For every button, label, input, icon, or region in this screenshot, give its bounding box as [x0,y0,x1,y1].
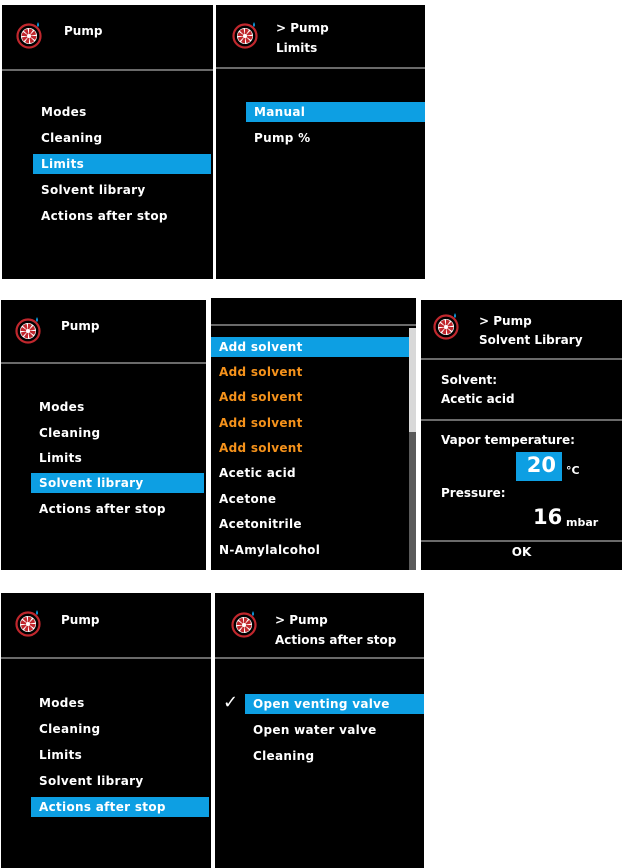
ok-divider [421,540,622,542]
list-item-add-solvent[interactable]: Add solvent [211,413,407,433]
panel-header: > Pump Actions after stop [215,593,424,659]
limits-panel: > Pump Limits Manual Pump % [216,5,425,279]
panel-header: Pump [1,300,206,364]
panel-header: > Pump Solvent Library [421,300,622,360]
vapor-temperature-input[interactable]: 20 [516,452,562,481]
menu-item-solvent-library[interactable]: Solvent library [31,771,211,791]
list-item-add-solvent[interactable]: Add solvent [211,362,407,382]
scrollbar-track[interactable] [409,328,416,570]
list-item-add-solvent[interactable]: Add solvent [211,337,409,357]
pressure-value: 16 [533,505,563,529]
list-item-add-solvent[interactable]: Add solvent [211,438,407,458]
panel-header: Pump [2,5,213,71]
pump-menu-panel-3: Pump Modes Cleaning Limits Solvent libra… [1,593,211,868]
vapor-temperature-value: 20 [526,453,556,477]
scrollbar-thumb[interactable] [409,432,416,570]
page-title: Pump [61,613,100,627]
vapor-temperature-label: Vapor temperature: [441,433,575,447]
limits-item-manual[interactable]: Manual [246,102,425,122]
actions-item-cleaning[interactable]: Cleaning [245,746,424,766]
menu-item-solvent-library[interactable]: Solvent library [33,180,213,200]
panel-header: > Pump Limits [216,5,425,69]
pressure-unit: mbar [566,516,599,529]
pump-fan-icon [431,312,461,342]
list-item-acetic-acid[interactable]: Acetic acid [211,463,407,483]
menu-item-cleaning[interactable]: Cleaning [31,719,211,739]
list-item-n-amylalcohol[interactable]: N-Amylalcohol [211,540,407,560]
menu-item-limits[interactable]: Limits [31,745,211,765]
menu-item-actions-after-stop[interactable]: Actions after stop [31,499,206,519]
menu-item-cleaning[interactable]: Cleaning [33,128,213,148]
pump-menu-panel-1: Pump Modes Cleaning Limits Solvent libra… [2,5,213,279]
page-title: Limits [276,41,318,55]
list-header-strip [211,298,416,326]
breadcrumb: > Pump [276,21,329,35]
vapor-temperature-unit: °C [566,464,580,477]
actions-item-open-water-valve[interactable]: Open water valve [245,720,424,740]
solvent-label: Solvent: [441,373,498,387]
breadcrumb: > Pump [275,613,328,627]
solvent-value: Acetic acid [441,392,515,406]
pressure-label: Pressure: [441,486,506,500]
menu-item-modes[interactable]: Modes [31,693,211,713]
menu-item-limits[interactable]: Limits [33,154,211,174]
pump-fan-icon [13,609,43,639]
page-title: Actions after stop [275,633,397,647]
pump-fan-icon [230,21,260,51]
page-title: Pump [61,319,100,333]
menu-item-solvent-library[interactable]: Solvent library [31,473,204,493]
list-item-acetone[interactable]: Acetone [211,489,407,509]
panel-header: Pump [1,593,211,659]
page-title: Solvent Library [479,333,583,347]
solvent-detail-panel: > Pump Solvent Library Solvent: Acetic a… [421,300,622,570]
menu-item-modes[interactable]: Modes [33,102,213,122]
menu-item-limits[interactable]: Limits [31,448,206,468]
breadcrumb: > Pump [479,314,532,328]
list-item-add-solvent[interactable]: Add solvent [211,387,407,407]
pump-fan-icon [13,316,43,346]
actions-after-stop-panel: > Pump Actions after stop ✓ Open venting… [215,593,424,868]
menu-item-modes[interactable]: Modes [31,397,206,417]
menu-item-actions-after-stop[interactable]: Actions after stop [33,206,213,226]
pump-menu-panel-2: Pump Modes Cleaning Limits Solvent libra… [1,300,206,570]
pump-fan-icon [14,21,44,51]
limits-item-pump-percent[interactable]: Pump % [246,128,425,148]
checkmark-icon: ✓ [223,692,239,713]
page-title: Pump [64,24,103,38]
menu-item-actions-after-stop[interactable]: Actions after stop [31,797,209,817]
section-divider [421,419,622,421]
menu-item-cleaning[interactable]: Cleaning [31,423,206,443]
actions-item-open-venting-valve[interactable]: Open venting valve [245,694,424,714]
pump-fan-icon [229,610,259,640]
list-item-acetonitrile[interactable]: Acetonitrile [211,514,407,534]
solvent-list-panel: Add solvent Add solvent Add solvent Add … [211,298,416,570]
ok-button[interactable]: OK [421,545,622,559]
